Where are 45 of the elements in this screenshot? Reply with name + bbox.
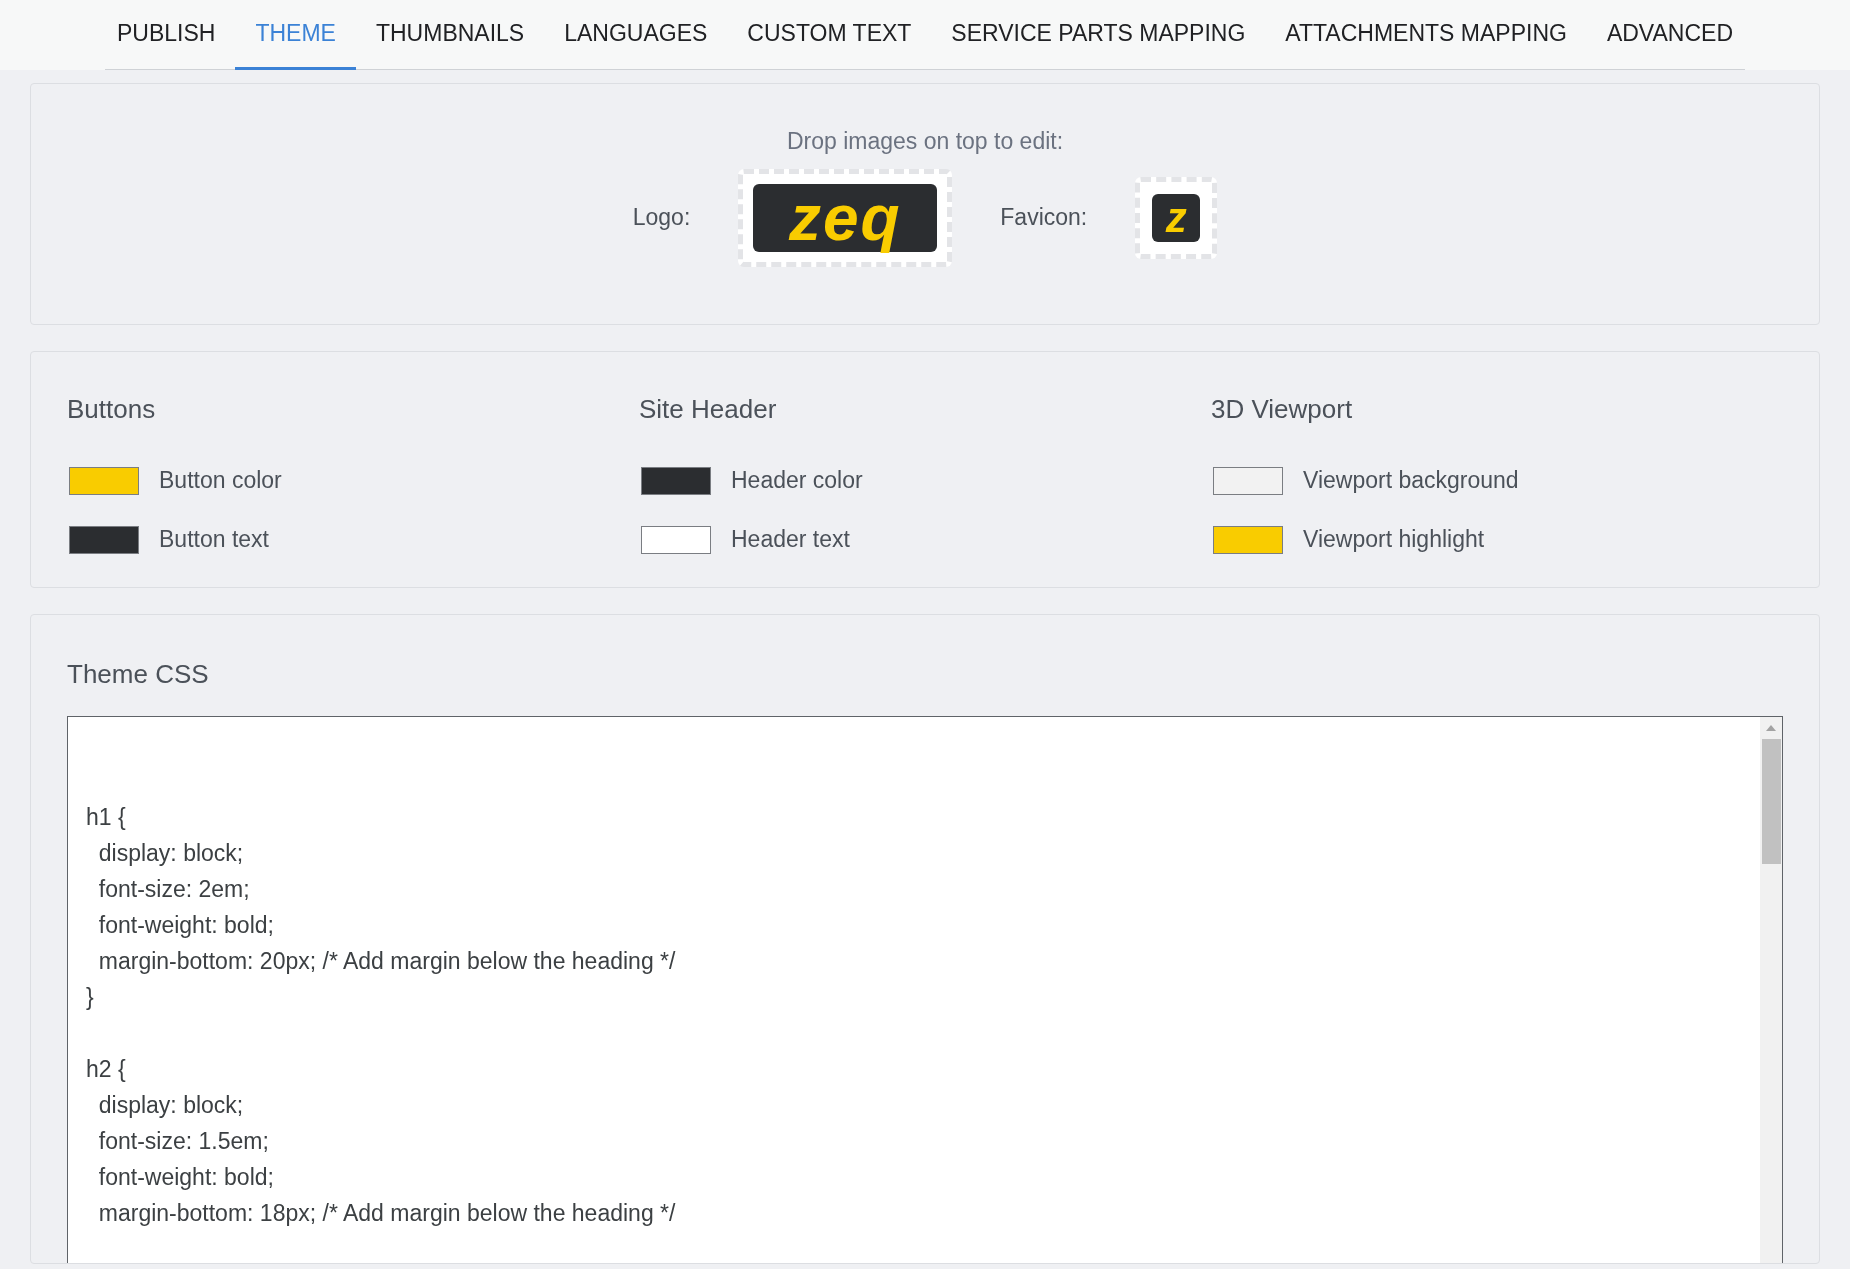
- code-line: font-size: 1.5em;: [97, 1127, 270, 1156]
- logo: zeq: [753, 183, 938, 252]
- favicon: z: [1152, 193, 1201, 242]
- favicon-drop-zone[interactable]: z: [1135, 176, 1218, 259]
- color-label: Viewport background: [1303, 466, 1519, 496]
- color-label: Button text: [159, 525, 269, 555]
- color-label: Viewport highlight: [1303, 525, 1485, 555]
- code-line: display: block;: [97, 839, 245, 868]
- tab[interactable]: ADVANCED: [1586, 0, 1753, 70]
- group-heading: 3D Viewport: [1211, 393, 1354, 426]
- code-line: margin-bottom: 20px; /* Add margin below the heading */: [97, 947, 677, 976]
- tab[interactable]: THUMBNAILS: [355, 0, 545, 70]
- logo-label: Logo:: [632, 203, 691, 233]
- color-swatch[interactable]: [69, 525, 139, 554]
- tab[interactable]: THEME: [235, 0, 356, 70]
- color-swatch[interactable]: [641, 466, 711, 495]
- drop-hint: Drop images on top to edit:: [786, 127, 1064, 156]
- favicon-label: Favicon:: [1000, 203, 1088, 233]
- code-line: }: [86, 983, 95, 1012]
- color-swatch[interactable]: [69, 466, 139, 495]
- scrollbar[interactable]: [1760, 717, 1782, 1263]
- tab[interactable]: SERVICE PARTS MAPPING: [931, 0, 1266, 70]
- color-label: Button color: [159, 466, 282, 496]
- logo-drop-zone[interactable]: zeq: [738, 168, 953, 267]
- code-line: font-size: 2em;: [97, 875, 251, 904]
- color-swatch[interactable]: [1213, 525, 1283, 554]
- tab[interactable]: CUSTOM TEXT: [727, 0, 932, 70]
- tab[interactable]: ATTACHMENTS MAPPING: [1265, 0, 1587, 70]
- code-line: font-weight: bold;: [97, 1163, 275, 1192]
- code-line: h2 {: [86, 1055, 127, 1084]
- code-line: display: block;: [97, 1091, 245, 1120]
- tab[interactable]: PUBLISH: [97, 0, 236, 70]
- color-label: Header color: [731, 466, 863, 496]
- code-line: margin-bottom: 18px; /* Add margin below the heading */: [97, 1199, 677, 1228]
- scroll-up-icon[interactable]: [1766, 725, 1776, 731]
- color-label: Header text: [731, 525, 850, 555]
- scrollbar-thumb[interactable]: [1761, 739, 1781, 864]
- code-line: font-weight: bold;: [97, 911, 275, 940]
- section-heading: Theme CSS: [67, 658, 210, 691]
- group-heading: Site Header: [639, 393, 778, 426]
- code-line: h1 {: [86, 803, 127, 832]
- color-swatch[interactable]: [641, 525, 711, 554]
- tab[interactable]: LANGUAGES: [544, 0, 728, 70]
- group-heading: Buttons: [67, 393, 157, 426]
- color-swatch[interactable]: [1213, 466, 1283, 495]
